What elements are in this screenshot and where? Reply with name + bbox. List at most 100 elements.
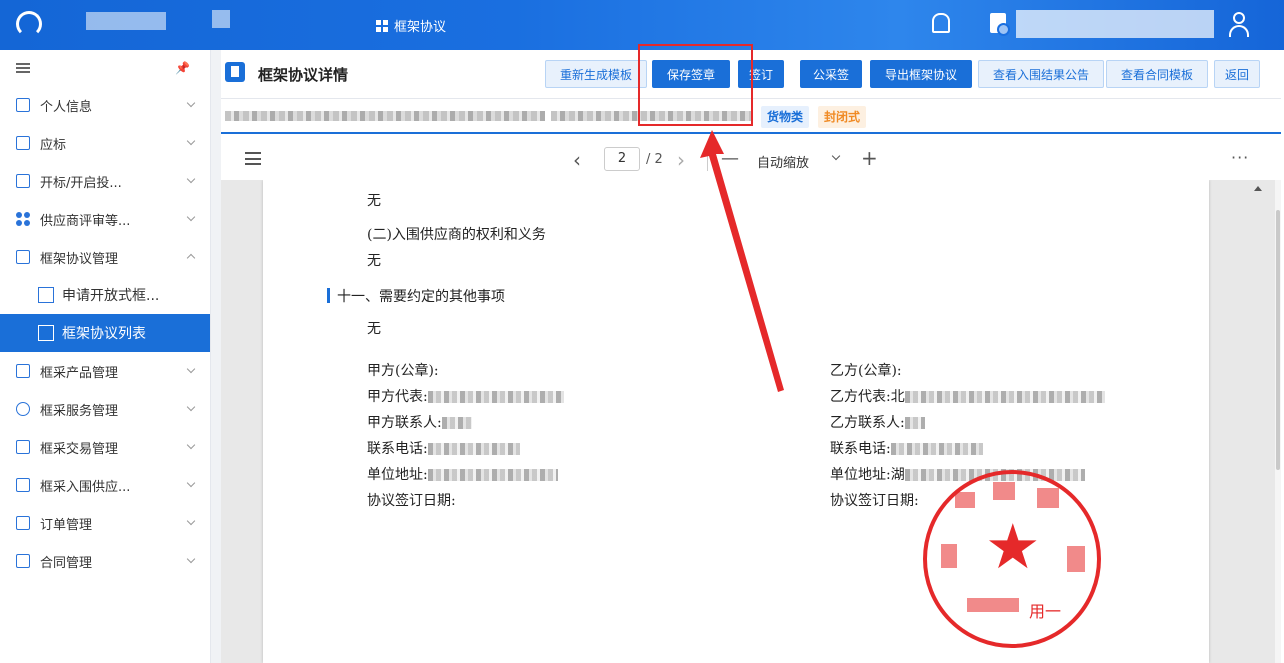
party-a-date: 协议签订日期: xyxy=(367,493,456,509)
party-a-seal: 甲方(公章): xyxy=(367,363,439,379)
party-b-contact: 乙方联系人: xyxy=(830,412,925,432)
review-icon xyxy=(16,212,30,226)
grid-icon xyxy=(376,19,388,32)
seal-text: 用一 xyxy=(1029,602,1062,621)
more-options-button[interactable]: ··· xyxy=(1231,148,1249,167)
apply-icon xyxy=(38,287,54,303)
annotation-arrow xyxy=(700,130,784,392)
rights-heading: (二)入围供应商的权利和义务 xyxy=(367,227,546,243)
sidebar-item-bid[interactable]: 应标 xyxy=(0,124,210,162)
bid-icon xyxy=(16,136,30,150)
sidebar-item-review[interactable]: 供应商评审等... xyxy=(0,200,210,238)
contract-icon xyxy=(16,554,30,568)
sidebar: 📌 个人信息 应标 开标/开启投... 供应商评审等... 框架协议管理 申请开… xyxy=(0,50,211,663)
export-agreement-button[interactable]: 导出框架协议 xyxy=(870,60,973,88)
sidebar-subitem-label: 框架协议列表 xyxy=(62,326,146,342)
party-a-rep: 甲方代表: xyxy=(367,386,564,406)
bell-icon[interactable] xyxy=(932,13,950,33)
sidebar-item-label: 框采服务管理 xyxy=(40,403,119,419)
scroll-up-icon[interactable] xyxy=(1254,186,1262,191)
sidebar-item-opening[interactable]: 开标/开启投... xyxy=(0,162,210,200)
party-b-phone: 联系电话: xyxy=(830,438,983,458)
sidebar-item-label: 框采交易管理 xyxy=(40,441,119,457)
top-bar: 框架协议 xyxy=(0,0,1284,50)
type-tag: 封闭式 xyxy=(818,106,867,128)
chevron-down-icon xyxy=(186,516,196,526)
sidebar-item-profile[interactable]: 个人信息 xyxy=(0,86,210,124)
regenerate-template-button[interactable]: 重新生成模板 xyxy=(545,60,648,88)
chevron-down-icon xyxy=(186,212,196,222)
detail-icon xyxy=(225,62,245,82)
sidebar-item-service[interactable]: 框采服务管理 xyxy=(0,390,210,428)
star-icon: ★ xyxy=(985,510,1041,583)
logo-icon[interactable] xyxy=(16,11,42,37)
chevron-down-icon xyxy=(186,440,196,450)
chevron-down-icon xyxy=(831,151,841,161)
sidebar-item-agreement[interactable]: 框架协议管理 xyxy=(0,238,210,276)
list-icon xyxy=(38,325,54,341)
sidebar-item-product[interactable]: 框采产品管理 xyxy=(0,352,210,390)
chevron-down-icon xyxy=(186,98,196,108)
sidebar-item-label: 框采产品管理 xyxy=(40,365,119,381)
top-nav-label: 框架协议 xyxy=(394,20,447,35)
doc-text: 无 xyxy=(367,321,381,337)
page-title: 框架协议详情 xyxy=(258,66,349,84)
user-icon[interactable] xyxy=(1228,12,1250,38)
page-total: / 2 xyxy=(646,152,663,167)
top-nav-item[interactable]: 框架协议 xyxy=(376,16,446,35)
official-seal: ★ 用一 xyxy=(923,470,1101,648)
order-icon xyxy=(16,516,30,530)
scrollbar[interactable] xyxy=(1275,180,1281,663)
sidebar-subitem-apply-open[interactable]: 申请开放式框... xyxy=(0,276,210,314)
sidebar-subitem-agreement-list[interactable]: 框架协议列表 xyxy=(0,314,210,352)
doc-text: 无 xyxy=(367,253,381,269)
party-b-rep: 乙方代表:北 xyxy=(830,386,1105,406)
document-icon[interactable] xyxy=(990,13,1010,36)
category-tag: 货物类 xyxy=(761,106,810,128)
blurred-user-info xyxy=(1016,10,1214,38)
blurred-logo-text-2 xyxy=(212,10,230,28)
view-contract-template-button[interactable]: 查看合同模板 xyxy=(1106,60,1209,88)
section-heading: 十一、需要约定的其他事项 xyxy=(337,289,505,305)
previous-page-button[interactable]: ‹ xyxy=(573,148,581,172)
sidebar-item-label: 框架协议管理 xyxy=(40,251,119,267)
section-marker xyxy=(327,288,330,303)
public-seal-button[interactable]: 公采签 xyxy=(800,60,863,88)
page-number-input[interactable]: 2 xyxy=(604,147,640,171)
blurred-logo-text xyxy=(86,12,166,30)
sidebar-item-order[interactable]: 订单管理 xyxy=(0,504,210,542)
chevron-down-icon xyxy=(186,478,196,488)
trade-icon xyxy=(16,440,30,454)
sidebar-item-supplier[interactable]: 框采入围供应... xyxy=(0,466,210,504)
next-page-button[interactable]: › xyxy=(677,148,685,172)
sidebar-item-label: 订单管理 xyxy=(40,517,93,533)
chevron-down-icon xyxy=(186,174,196,184)
opening-icon xyxy=(16,174,30,188)
back-button[interactable]: 返回 xyxy=(1214,60,1261,88)
chevron-down-icon xyxy=(186,364,196,374)
sidebar-item-trade[interactable]: 框采交易管理 xyxy=(0,428,210,466)
sidebar-item-label: 框采入围供应... xyxy=(40,479,131,495)
doc-text: 无 xyxy=(367,193,381,209)
pin-icon[interactable]: 📌 xyxy=(175,61,190,75)
profile-icon xyxy=(16,98,30,112)
chevron-down-icon xyxy=(186,136,196,146)
product-icon xyxy=(16,364,30,378)
sidebar-item-contract[interactable]: 合同管理 xyxy=(0,542,210,580)
sidebar-item-label: 合同管理 xyxy=(40,555,93,571)
chevron-down-icon xyxy=(186,554,196,564)
party-a-contact: 甲方联系人: xyxy=(367,412,472,432)
menu-toggle-icon[interactable] xyxy=(16,63,30,73)
scrollbar-thumb[interactable] xyxy=(1276,210,1280,470)
chevron-up-icon xyxy=(186,253,196,263)
view-result-notice-button[interactable]: 查看入围结果公告 xyxy=(978,60,1105,88)
supplier-icon xyxy=(16,478,30,492)
sidebar-subitem-label: 申请开放式框... xyxy=(62,288,160,304)
blurred-agreement-name xyxy=(225,111,545,121)
highlight-box xyxy=(638,44,753,126)
sidebar-item-label: 个人信息 xyxy=(40,99,93,115)
sidebar-header: 📌 xyxy=(0,50,210,86)
zoom-in-button[interactable]: + xyxy=(861,146,878,170)
sidebar-toggle-icon[interactable] xyxy=(245,152,261,165)
party-b-seal: 乙方(公章): xyxy=(830,363,902,379)
